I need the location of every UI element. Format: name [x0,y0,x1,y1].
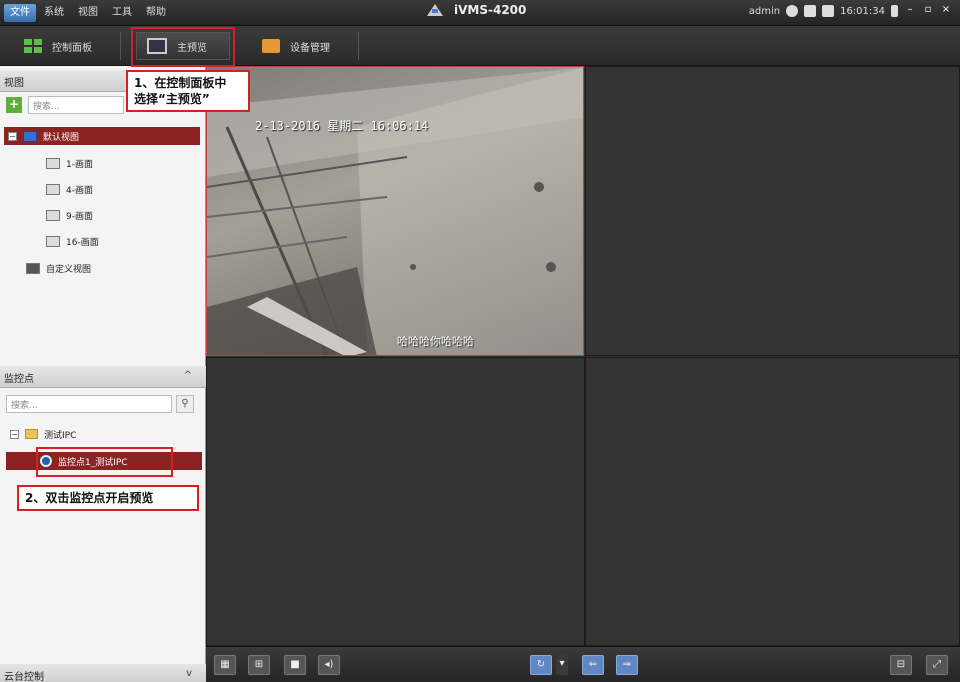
view-16-label: 16-画面 [66,237,99,248]
preview-grid: 2-13-2016 星期二 16:06:14 哈哈哈你哈哈哈 [206,66,960,646]
tree-view-16[interactable]: 16-画面 [46,232,99,250]
camera-highlight [36,447,173,477]
tree-view-4[interactable]: 4-画面 [46,180,93,198]
default-view-label: 默认视图 [43,132,80,143]
ptz-panel-title: 云台控制 [4,672,44,682]
video-caption: 哈哈哈你哈哈哈 [397,335,474,348]
close-button[interactable]: × [940,5,952,17]
annotation-step-1-line1: 1、在控制面板中 [134,76,227,90]
monitor-search-input[interactable]: 搜索... [6,395,172,413]
video-timestamp: 2-13-2016 星期二 16:06:14 [255,119,429,133]
monitor-panel-title: 监控点 [4,374,34,385]
layout-16-icon [46,235,60,247]
custom-view-label: 自定义视图 [46,264,92,275]
tree-default-view[interactable]: − 默认视图 [4,127,200,145]
control-panel-icon [24,39,42,53]
video-window-1[interactable]: 2-13-2016 星期二 16:06:14 哈哈哈你哈哈哈 [206,66,584,356]
annotation-step-1: 1、在控制面板中 选择“主预览” [126,70,250,112]
view-1-label: 1-画面 [66,159,93,170]
main-preview-highlight [131,27,235,67]
lock-icon[interactable] [891,5,898,17]
minimize-button[interactable]: – [904,5,916,17]
video-window-3[interactable] [206,357,585,646]
clock: 16:01:34 [840,5,885,17]
annotation-step-1-line2: 选择“主预览” [134,92,210,106]
annotation-step-2: 2、双击监控点开启预览 [17,485,199,511]
video-window-4[interactable] [585,357,960,646]
layout-icon[interactable]: ⊞ [248,655,270,675]
app-title: iVMS-4200 [426,3,526,17]
view-9-label: 9-画面 [66,211,93,222]
volume-icon[interactable]: ◂) [318,655,340,675]
layout-4-icon [46,183,60,195]
collapse-icon[interactable]: − [10,429,19,439]
menu-help[interactable]: 帮助 [140,4,172,22]
username: admin [748,5,781,17]
tree-group-test-ipc[interactable]: − 测试IPC [10,425,76,443]
left-panel: 视图 + 搜索... − 默认视图 1-画面 4-画面 9-画面 16-画面 自… [0,66,206,682]
app-logo-icon [427,4,443,16]
view-4-label: 4-画面 [66,185,93,196]
layout-1-icon [46,157,60,169]
refresh-icon[interactable]: ↻ [530,655,552,675]
folder-icon [25,429,38,439]
menu-view[interactable]: 视图 [72,4,104,22]
fullscreen-icon[interactable]: ⤢ [926,655,948,675]
tree-view-1[interactable]: 1-画面 [46,154,93,172]
tree-view-9[interactable]: 9-画面 [46,206,93,224]
window-layout-icon[interactable]: ⊟ [890,655,912,675]
layout-9-icon [46,209,60,221]
menu-file[interactable]: 文件 [4,4,36,22]
add-view-button[interactable]: + [6,97,22,113]
views-panel-title: 视图 [4,78,24,89]
title-bar: 文件 系统 视图 工具 帮助 iVMS-4200 admin 16:01:34 … [0,0,960,26]
cpu-icon[interactable] [804,5,817,17]
device-management-tab[interactable]: 设备管理 [252,32,340,60]
memory-icon[interactable] [822,5,835,17]
toolbar-divider [120,32,121,60]
bottom-toolbar: ▦ ⊞ ■ ◂) ↻ ▾ ⇐ ⇒ ⊟ ⤢ [206,646,960,682]
toolbar-divider [358,32,359,60]
view-folder-icon [23,130,37,142]
previous-page-icon[interactable]: ⇐ [582,655,604,675]
menu-bar: 文件 系统 视图 工具 帮助 [4,4,172,22]
status-area: admin 16:01:34 – ▫ × [749,5,952,17]
tree-custom-view[interactable]: 自定义视图 [26,259,91,277]
view-search-input[interactable]: 搜索... [28,96,124,114]
search-icon[interactable]: ⚲ [176,395,194,413]
network-icon[interactable] [786,5,799,17]
next-page-icon[interactable]: ⇒ [616,655,638,675]
group-label: 测试IPC [44,430,77,441]
collapse-icon[interactable]: − [8,131,17,141]
collapse-up-icon[interactable]: ^ [184,370,192,381]
stop-all-icon[interactable]: ■ [284,655,306,675]
control-panel-label: 控制面板 [52,42,92,54]
app-title-text: iVMS-4200 [454,3,527,17]
monitor-panel-header[interactable]: 监控点 ^ [0,366,206,388]
device-icon [262,39,280,53]
menu-tools[interactable]: 工具 [106,4,138,22]
dropdown-arrow-icon[interactable]: ▾ [556,655,568,675]
menu-system[interactable]: 系统 [38,4,70,22]
device-management-label: 设备管理 [290,42,330,54]
video-window-2[interactable] [585,66,960,356]
ptz-panel-header[interactable]: 云台控制 v [0,664,206,682]
maximize-button[interactable]: ▫ [922,5,934,17]
custom-view-icon [26,262,40,274]
control-panel-tab[interactable]: 控制面板 [14,32,102,60]
save-view-icon[interactable]: ▦ [214,655,236,675]
camera-feed-image [207,67,583,355]
chevron-down-icon[interactable]: v [186,668,192,679]
